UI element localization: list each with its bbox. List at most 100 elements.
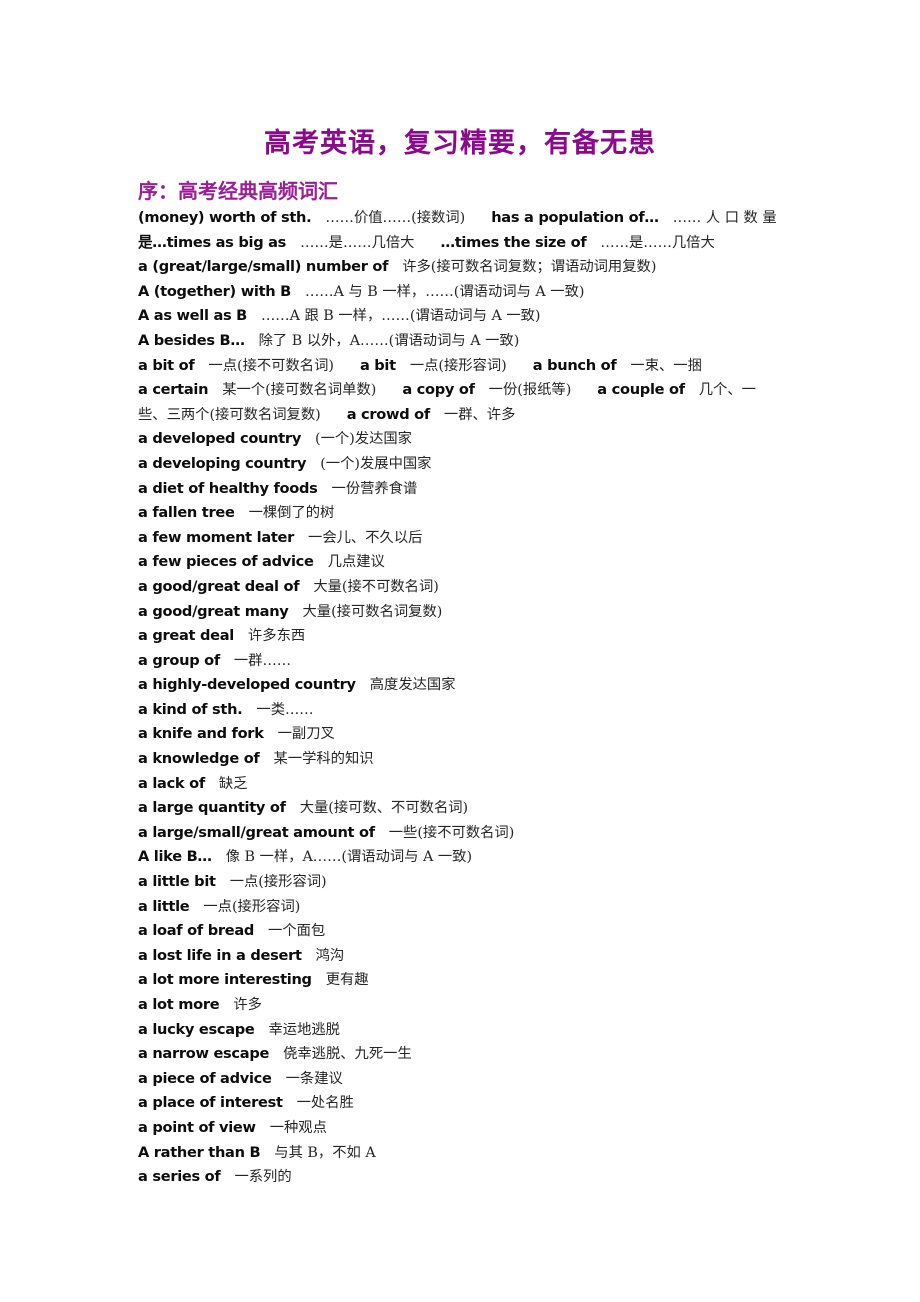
entry-line: a great deal 许多东西 bbox=[138, 624, 838, 649]
entry-phrase: A besides B… bbox=[138, 331, 245, 349]
entry-gloss: 一副刀叉 bbox=[277, 726, 335, 743]
entry-phrase: a lot more interesting bbox=[138, 971, 312, 989]
entry-gloss: 一群…… bbox=[233, 652, 292, 669]
entry-line: a lack of 缺乏 bbox=[138, 772, 838, 797]
entry-phrase: A as well as B bbox=[138, 307, 247, 325]
entry-line: a good/great deal of 大量(接不可数名词) bbox=[138, 575, 838, 600]
entry-phrase: a group of bbox=[138, 651, 220, 669]
entry-gloss: 一份营养食谱 bbox=[331, 480, 418, 497]
entry-gloss: 一条建议 bbox=[285, 1070, 343, 1087]
entry-line: a series of 一系列的 bbox=[138, 1165, 838, 1190]
entry-gloss: ……A 与 B 一样，……(谓语动词与 A 一致) bbox=[304, 283, 585, 300]
entry-phrase: a good/great many bbox=[138, 602, 289, 620]
entry-phrase: a copy of bbox=[402, 381, 475, 399]
entry-line: A like B… 像 B 一样，A……(谓语动词与 A 一致) bbox=[138, 845, 838, 870]
entry-phrase: a diet of healthy foods bbox=[138, 479, 318, 497]
entry-gloss: 一类…… bbox=[256, 701, 314, 718]
entry-gloss: 许多(接可数名词复数；谓语动词用复数) bbox=[402, 259, 657, 276]
entry-phrase: a developing country bbox=[138, 454, 307, 472]
entry-phrase: a large/small/great amount of bbox=[138, 823, 375, 841]
entry-phrase: a knife and fork bbox=[138, 725, 264, 743]
entry-phrase: A rather than B bbox=[138, 1143, 261, 1161]
entry-phrase: a fallen tree bbox=[138, 504, 235, 522]
entry-gloss: (一个)发达国家 bbox=[315, 431, 412, 448]
entry-line: a little bit 一点(接形容词) bbox=[138, 870, 838, 895]
entry-gloss: 鸿沟 bbox=[315, 947, 345, 964]
entry-phrase: a good/great deal of bbox=[138, 577, 300, 595]
entry-line: a fallen tree 一棵倒了的树 bbox=[138, 501, 838, 526]
entry-phrase: a bit bbox=[359, 356, 396, 374]
entry-line: (money) worth of sth. ……价值……(接数词) has a po… bbox=[138, 206, 838, 231]
entry-gloss: 一点(接形容词) bbox=[203, 898, 301, 915]
entry-line: A rather than B 与其 B，不如 A bbox=[138, 1141, 838, 1166]
entry-phrase: a bunch of bbox=[532, 356, 617, 374]
entry-gloss: 一份(报纸等) bbox=[488, 382, 572, 399]
entry-gloss: ……是……几倍大 bbox=[600, 234, 715, 251]
vocabulary-entry-list: (money) worth of sth. ……价值……(接数词) has a po… bbox=[138, 206, 838, 1190]
entry-line: a lost life in a desert 鸿沟 bbox=[138, 944, 838, 969]
entry-line: a (great/large/small) number of 许多(接可数名词复… bbox=[138, 255, 838, 280]
entry-line: A (together) with B ……A 与 B 一样，……(谓语动词与 A… bbox=[138, 280, 838, 305]
entry-gloss: 许多东西 bbox=[247, 628, 306, 645]
entry-gloss: 一棵倒了的树 bbox=[248, 505, 335, 522]
entry-gloss: 一系列的 bbox=[234, 1169, 292, 1186]
entry-line: a place of interest 一处名胜 bbox=[138, 1091, 838, 1116]
entry-phrase: has a population of… bbox=[491, 209, 659, 226]
entry-line: a point of view 一种观点 bbox=[138, 1116, 838, 1141]
entry-phrase: a lack of bbox=[138, 774, 205, 792]
entry-gloss: …… 人 口 数 量 bbox=[672, 210, 777, 226]
entry-line: a bit of 一点(接不可数名词) a bit 一点(接形容词) a bunch o… bbox=[138, 354, 838, 379]
entry-gloss: 幸运地逃脱 bbox=[268, 1021, 340, 1038]
entry-line: a group of 一群…… bbox=[138, 649, 838, 674]
entry-gloss: 些、三两个(接可数名词复数) bbox=[138, 406, 321, 423]
entry-line: a knowledge of 某一学科的知识 bbox=[138, 747, 838, 772]
entry-phrase: a piece of advice bbox=[138, 1069, 272, 1087]
entry-phrase: a kind of sth. bbox=[138, 700, 243, 718]
entry-gloss: 更有趣 bbox=[325, 972, 369, 989]
entry-gloss: 一些(接不可数名词) bbox=[388, 824, 515, 841]
entry-gloss: 一个面包 bbox=[268, 923, 326, 940]
entry-gloss: 某一个(接可数名词单数) bbox=[222, 382, 377, 399]
entry-gloss: 一束、一捆 bbox=[630, 357, 702, 374]
entry-phrase: a narrow escape bbox=[138, 1045, 270, 1063]
entry-phrase: a highly-developed country bbox=[138, 676, 356, 694]
entry-phrase: 是…times as big as bbox=[138, 233, 287, 251]
entry-phrase: a lot more bbox=[138, 996, 220, 1013]
entry-gloss: 除了 B 以外，A……(谓语动词与 A 一致) bbox=[258, 332, 520, 349]
entry-gloss: 高度发达国家 bbox=[369, 677, 456, 694]
entry-gloss: 某一学科的知识 bbox=[273, 751, 374, 768]
entry-line: a large quantity of 大量(接可数、不可数名词) bbox=[138, 796, 838, 821]
entry-line: a kind of sth. 一类…… bbox=[138, 698, 838, 723]
entry-line: a few moment later 一会儿、不久以后 bbox=[138, 526, 838, 551]
entry-gloss: 一点(接形容词) bbox=[409, 357, 507, 374]
entry-phrase: (money) worth of sth. bbox=[138, 209, 312, 226]
entry-line: a lot more interesting 更有趣 bbox=[138, 968, 838, 993]
entry-line: a certain 某一个(接可数名词单数) a copy of 一份(报纸等) a c… bbox=[138, 378, 838, 403]
entry-gloss: 一会儿、不久以后 bbox=[308, 529, 423, 546]
entry-phrase: A (together) with B bbox=[138, 282, 291, 300]
entry-phrase: …times the size of bbox=[440, 233, 587, 251]
entry-gloss: 大量(接可数、不可数名词) bbox=[299, 800, 469, 817]
entry-line: a highly-developed country 高度发达国家 bbox=[138, 673, 838, 698]
entry-phrase: A like B… bbox=[138, 848, 212, 866]
document-page: 高考英语，复习精要，有备无患 序：高考经典高频词汇 (money) worth … bbox=[0, 0, 920, 1302]
entry-gloss: 缺乏 bbox=[218, 775, 248, 792]
entry-line: a developing country (一个)发展中国家 bbox=[138, 452, 838, 477]
entry-line: a lucky escape 幸运地逃脱 bbox=[138, 1018, 838, 1043]
entry-phrase: a series of bbox=[138, 1168, 221, 1186]
entry-gloss: 与其 B，不如 A bbox=[274, 1144, 376, 1161]
entry-phrase: a place of interest bbox=[138, 1094, 283, 1112]
entry-gloss: 许多 bbox=[233, 997, 262, 1013]
entry-gloss: 几点建议 bbox=[327, 554, 385, 571]
entry-line: a good/great many 大量(接可数名词复数) bbox=[138, 600, 838, 625]
entry-gloss: ……A 跟 B 一样，……(谓语动词与 A 一致) bbox=[261, 308, 541, 325]
entry-phrase: a knowledge of bbox=[138, 750, 260, 768]
entry-phrase: a great deal bbox=[138, 627, 234, 645]
entry-line: a few pieces of advice 几点建议 bbox=[138, 550, 838, 575]
entry-gloss: 像 B 一样，A……(谓语动词与 A 一致) bbox=[225, 849, 473, 866]
page-title: 高考英语，复习精要，有备无患 bbox=[264, 128, 656, 160]
entry-phrase: a few moment later bbox=[138, 528, 295, 546]
entry-line: a diet of healthy foods 一份营养食谱 bbox=[138, 477, 838, 502]
entry-gloss: 侥幸逃脱、九死一生 bbox=[283, 1046, 412, 1063]
entry-line: 是…times as big as ……是……几倍大 …times the size… bbox=[138, 231, 838, 256]
